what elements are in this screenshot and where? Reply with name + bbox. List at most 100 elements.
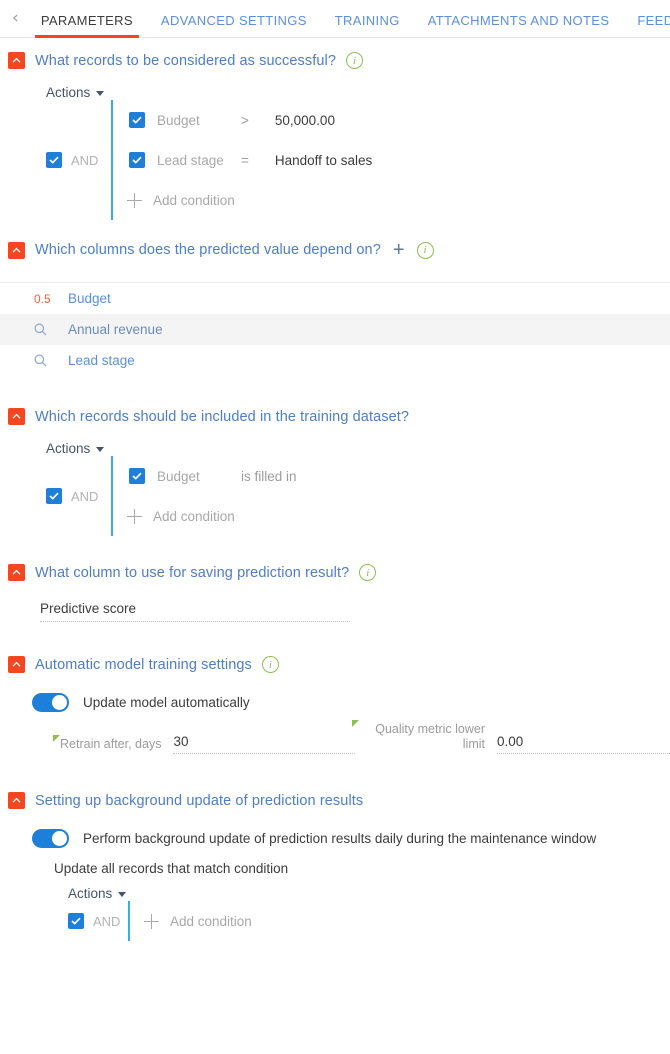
section-title[interactable]: Automatic model training settings	[35, 657, 252, 673]
condition-column[interactable]: Budget	[157, 469, 229, 484]
section-title[interactable]: Which records should be included in the …	[35, 409, 409, 425]
list-item[interactable]: Annual revenue	[0, 314, 670, 345]
section-header: Which records should be included in the …	[0, 394, 670, 431]
section-title[interactable]: What column to use for saving prediction…	[35, 565, 349, 581]
list-item[interactable]: 0.5 Budget	[0, 283, 670, 314]
plus-icon	[127, 508, 142, 524]
update-model-automatically-toggle[interactable]	[32, 693, 69, 712]
condition-column[interactable]: Lead stage	[157, 153, 229, 168]
actions-label: Actions	[46, 441, 91, 456]
tab-feed[interactable]: FEED	[623, 13, 670, 37]
filter-group: AND Budget > 50,000.00 Lead stage = Hand…	[46, 100, 670, 220]
background-update-row: Perform background update of prediction …	[32, 829, 670, 848]
section-header: Which columns does the predicted value d…	[0, 226, 670, 266]
add-condition-label: Add condition	[170, 913, 252, 929]
retrain-after-days-field: Retrain after, days 30	[0, 722, 355, 754]
and-checkbox[interactable]	[46, 488, 62, 504]
columns-list: 0.5 Budget Annual revenue Lead stage	[0, 282, 670, 376]
section-title[interactable]: Setting up background update of predicti…	[35, 793, 363, 809]
collapse-chevron-up-icon[interactable]	[8, 564, 25, 581]
column-name[interactable]: Annual revenue	[68, 322, 163, 337]
condition-row[interactable]: Budget > 50,000.00	[113, 100, 670, 140]
add-condition-label: Add condition	[153, 508, 235, 524]
section-predictor-columns: Which columns does the predicted value d…	[0, 226, 670, 376]
plus-icon	[127, 192, 142, 208]
retrain-after-days-label: Retrain after, days	[53, 735, 161, 754]
tab-advanced-settings[interactable]: ADVANCED SETTINGS	[147, 13, 321, 37]
collapse-chevron-up-icon[interactable]	[8, 408, 25, 425]
section-title[interactable]: Which columns does the predicted value d…	[35, 242, 381, 258]
quality-metric-lower-limit-field: Quality metric lower limit 0.00	[352, 720, 670, 754]
actions-dropdown[interactable]: Actions	[68, 886, 127, 901]
add-condition-button[interactable]: Add condition	[130, 901, 670, 941]
search-icon[interactable]	[34, 323, 68, 336]
add-column-icon[interactable]: +	[391, 240, 407, 260]
quality-metric-lower-limit-label: Quality metric lower limit	[352, 720, 485, 754]
chevron-down-icon	[96, 447, 105, 452]
and-label: AND	[71, 488, 99, 504]
tab-training[interactable]: TRAINING	[321, 13, 414, 37]
condition-value[interactable]: 50,000.00	[275, 113, 335, 128]
add-condition-button[interactable]: Add condition	[113, 180, 670, 220]
toggle-label: Update model automatically	[83, 695, 250, 710]
match-condition-label: Update all records that match condition	[54, 861, 289, 876]
collapse-chevron-up-icon[interactable]	[8, 792, 25, 809]
condition-checkbox[interactable]	[129, 468, 145, 484]
actions-dropdown[interactable]: Actions	[46, 85, 105, 100]
background-update-toggle[interactable]	[32, 829, 69, 848]
condition-checkbox[interactable]	[129, 112, 145, 128]
search-icon[interactable]	[34, 354, 68, 367]
filter-group: AND Add condition	[68, 901, 670, 941]
tab-parameters[interactable]: PARAMETERS	[27, 13, 147, 38]
actions-label: Actions	[68, 886, 113, 901]
and-label: AND	[93, 913, 121, 929]
required-marker-icon	[53, 735, 60, 742]
condition-row[interactable]: Budget is filled in	[113, 456, 670, 496]
condition-checkbox[interactable]	[129, 152, 145, 168]
collapse-chevron-up-icon[interactable]	[8, 656, 25, 673]
tab-bar: ‹ PARAMETERS ADVANCED SETTINGS TRAINING …	[0, 0, 670, 38]
condition-column[interactable]: Budget	[157, 113, 229, 128]
section-header: What column to use for saving prediction…	[0, 550, 670, 587]
filter-logical-operator: AND	[46, 100, 111, 220]
info-icon[interactable]: i	[261, 656, 279, 673]
condition-list: Add condition	[128, 901, 670, 941]
condition-row[interactable]: Lead stage = Handoff to sales	[113, 140, 670, 180]
and-checkbox[interactable]	[68, 913, 84, 929]
column-weight: 0.5	[34, 291, 51, 306]
info-icon[interactable]: i	[359, 564, 377, 581]
training-parameters-grid: Retrain after, days 30 Quality metric lo…	[0, 720, 670, 754]
column-name[interactable]: Budget	[68, 291, 111, 306]
filter-logical-operator: AND	[68, 901, 128, 941]
column-name[interactable]: Lead stage	[68, 353, 135, 368]
section-title[interactable]: What records to be considered as success…	[35, 53, 336, 69]
section-training-dataset: Which records should be included in the …	[0, 394, 670, 536]
update-model-automatically-row: Update model automatically	[32, 693, 670, 712]
actions-dropdown[interactable]: Actions	[46, 441, 105, 456]
condition-operator[interactable]: >	[241, 113, 249, 128]
info-icon[interactable]: i	[346, 52, 363, 69]
tab-attachments-and-notes[interactable]: ATTACHMENTS AND NOTES	[414, 13, 624, 37]
list-item[interactable]: Lead stage	[0, 345, 670, 376]
filter-logical-operator: AND	[46, 456, 111, 536]
quality-metric-lower-limit-input[interactable]: 0.00	[497, 734, 670, 754]
section-header: What records to be considered as success…	[0, 38, 670, 75]
section-successful-records: What records to be considered as success…	[0, 38, 670, 220]
collapse-chevron-up-icon[interactable]	[8, 52, 25, 69]
condition-value[interactable]: Handoff to sales	[275, 153, 372, 168]
chevron-down-icon	[96, 91, 105, 96]
and-checkbox[interactable]	[46, 152, 62, 168]
chevron-down-icon	[118, 892, 127, 897]
add-condition-button[interactable]: Add condition	[113, 496, 670, 536]
retrain-after-days-input[interactable]: 30	[173, 734, 355, 754]
prediction-result-column-input[interactable]: Predictive score	[40, 601, 350, 622]
condition-operator[interactable]: is filled in	[241, 469, 297, 484]
section-prediction-result-column: What column to use for saving prediction…	[0, 550, 670, 622]
collapse-chevron-up-icon[interactable]	[8, 241, 25, 259]
actions-label: Actions	[46, 85, 91, 100]
toggle-label: Perform background update of prediction …	[83, 831, 597, 846]
info-icon[interactable]: i	[416, 241, 434, 259]
tabs-scroll-left-icon[interactable]: ‹	[6, 10, 27, 37]
condition-operator[interactable]: =	[241, 153, 249, 168]
toggle-knob	[52, 695, 67, 710]
